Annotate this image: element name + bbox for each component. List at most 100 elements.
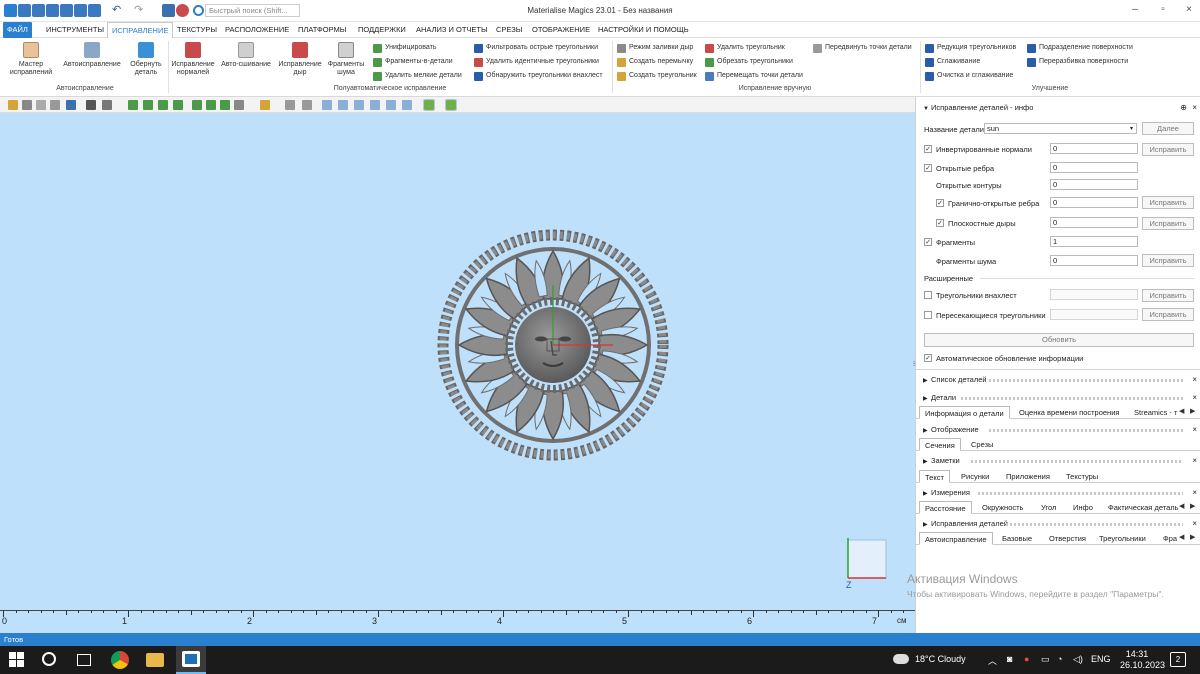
- tab-build-time[interactable]: Оценка времени построения: [1014, 406, 1124, 419]
- close-icon[interactable]: ×: [1192, 487, 1197, 499]
- panel-header[interactable]: ▼ Исправление деталей - инфо ⊕ ×: [916, 102, 1200, 114]
- wire-icon[interactable]: [322, 100, 332, 110]
- wrap-part-button[interactable]: Обернуть деталь: [122, 42, 170, 77]
- pin-icon[interactable]: ⊕: [1180, 102, 1187, 114]
- menu-fix[interactable]: ИСПРАВЛЕНИЕ: [107, 22, 174, 38]
- auto-update-row[interactable]: ✓ Автоматическое обновление информации: [924, 354, 1083, 363]
- menu-position[interactable]: РАСПОЛОЖЕНИЕ: [221, 22, 293, 38]
- minimize-button[interactable]: –: [1128, 3, 1142, 17]
- network-icon[interactable]: ▭: [1041, 654, 1050, 665]
- checkbox[interactable]: [924, 291, 932, 300]
- section-part-fixing[interactable]: ▶ Исправления деталей ×: [916, 518, 1200, 530]
- shells-row[interactable]: ✓ Фрагменты: [924, 238, 975, 247]
- unify-button[interactable]: Унифицировать: [373, 42, 437, 54]
- file-explorer-icon[interactable]: [146, 653, 164, 667]
- tab-next-icon[interactable]: ▶: [1190, 502, 1196, 510]
- menu-analysis[interactable]: АНАЛИЗ И ОТЧЕТЫ: [412, 22, 492, 38]
- weather-icon[interactable]: [893, 654, 909, 664]
- move-part-points-button[interactable]: Перемещать точки детали: [705, 70, 803, 82]
- rotate-icon[interactable]: [50, 100, 60, 110]
- mark-plane-icon[interactable]: [192, 100, 202, 110]
- detect-overlapping-button[interactable]: Обнаружить треугольники внахлест: [474, 70, 603, 82]
- close-icon[interactable]: ×: [1192, 102, 1197, 114]
- tab-images[interactable]: Рисунки: [956, 470, 994, 483]
- close-icon[interactable]: ×: [1192, 374, 1197, 386]
- magics-taskbar-button[interactable]: [176, 646, 206, 674]
- zoom-icon[interactable]: [8, 100, 18, 110]
- checkbox[interactable]: ✓: [924, 145, 932, 154]
- task-view-icon[interactable]: [77, 654, 91, 666]
- tab-textures[interactable]: Текстуры: [1061, 470, 1103, 483]
- autofix-button[interactable]: Автоисправление: [60, 42, 124, 69]
- shade-icon[interactable]: [338, 100, 348, 110]
- smoothing-button[interactable]: Сглаживание: [925, 56, 980, 68]
- close-button[interactable]: ×: [1182, 3, 1196, 17]
- 3d-viewport[interactable]: Z: [0, 113, 915, 633]
- fix-normals-button[interactable]: Исправить: [1142, 143, 1194, 156]
- tab-circle[interactable]: Окружность: [977, 501, 1028, 514]
- create-bridge-button[interactable]: Создать перемычку: [617, 56, 693, 68]
- remesh-button[interactable]: Переразбивка поверхности: [1027, 56, 1128, 68]
- section-part-list[interactable]: ▶ Список деталей ×: [916, 374, 1200, 386]
- normal-fix-button[interactable]: Исправление нормалей: [169, 42, 217, 77]
- open-edges-row[interactable]: ✓ Открытые ребра: [924, 164, 994, 173]
- fix-noise-button[interactable]: Исправить: [1142, 254, 1194, 267]
- collapse-icon[interactable]: ▼: [923, 103, 931, 115]
- tab-attachments[interactable]: Приложения: [1001, 470, 1055, 483]
- weather-text[interactable]: 18°C Cloudy: [915, 654, 966, 664]
- checkbox[interactable]: ✓: [936, 219, 944, 228]
- chrome-icon[interactable]: [111, 651, 129, 669]
- tab-info[interactable]: Инфо: [1068, 501, 1098, 514]
- delete-triangle-button[interactable]: Удалить треугольник: [705, 42, 785, 54]
- sun-model[interactable]: Z: [0, 113, 915, 633]
- menu-tools[interactable]: ИНСТРУМЕНТЫ: [42, 22, 108, 38]
- close-icon[interactable]: ×: [1192, 518, 1197, 530]
- close-icon[interactable]: ×: [1192, 392, 1197, 404]
- select-icon[interactable]: [128, 100, 138, 110]
- tab-prev-icon[interactable]: ◀: [1179, 502, 1185, 510]
- normals-view-icon[interactable]: [386, 100, 396, 110]
- hole-fix-button[interactable]: Исправление дыр: [276, 42, 324, 77]
- select-shell-icon[interactable]: [173, 100, 183, 110]
- auto-stitch-button[interactable]: Авто-сшивание: [217, 42, 275, 69]
- delete-small-parts-button[interactable]: Удалить мелкие детали: [373, 70, 462, 82]
- fix-bad-edges-button[interactable]: Исправить: [1142, 196, 1194, 209]
- color-mode-icon[interactable]: [445, 99, 457, 111]
- section-icon[interactable]: [302, 100, 312, 110]
- tab-triangles[interactable]: Треугольники: [1094, 532, 1151, 545]
- camera-icon[interactable]: ◙: [1007, 654, 1012, 664]
- menu-platforms[interactable]: ПЛАТФОРМЫ: [294, 22, 350, 38]
- view-cube-icon[interactable]: [66, 100, 76, 110]
- perspective-icon[interactable]: [86, 100, 96, 110]
- hole-fill-mode-button[interactable]: Режим заливки дыр: [617, 42, 693, 54]
- tab-angle[interactable]: Угол: [1036, 501, 1061, 514]
- search-taskbar-icon[interactable]: [42, 652, 56, 666]
- clean-smooth-button[interactable]: Очистка и сглаживание: [925, 70, 1013, 82]
- section-display[interactable]: ▶ Отображение ×: [916, 424, 1200, 436]
- checkbox[interactable]: ✓: [936, 199, 944, 208]
- menu-slices[interactable]: СРЕЗЫ: [492, 22, 526, 38]
- menu-supports[interactable]: ПОДДЕРЖКИ: [354, 22, 410, 38]
- shells-to-parts-button[interactable]: Фрагменты-в-детали: [373, 56, 453, 68]
- edge-icon[interactable]: [354, 100, 364, 110]
- render-mode-icon[interactable]: [423, 99, 435, 111]
- measure-icon[interactable]: [285, 100, 295, 110]
- fix-overlapping-button[interactable]: Исправить: [1142, 289, 1194, 302]
- brush-icon[interactable]: [220, 100, 230, 110]
- tab-text[interactable]: Текст: [919, 470, 950, 483]
- mark-contour-icon[interactable]: [206, 100, 216, 110]
- section-notes[interactable]: ▶ Заметки ×: [916, 455, 1200, 467]
- chevron-up-icon[interactable]: ︿: [988, 654, 997, 667]
- clock[interactable]: 14:31 26.10.2023: [1120, 649, 1165, 671]
- update-button[interactable]: Обновить: [924, 333, 1194, 347]
- language-indicator[interactable]: ENG: [1091, 654, 1111, 664]
- notifications-icon[interactable]: 2: [1170, 652, 1186, 667]
- menu-file[interactable]: ФАЙЛ: [3, 22, 32, 38]
- section-parts[interactable]: ▶ Детали ×: [916, 392, 1200, 404]
- close-icon[interactable]: ×: [1192, 424, 1197, 436]
- inverted-normals-row[interactable]: ✓ Инвертированные нормали: [924, 145, 1032, 154]
- wifi-icon[interactable]: ◔: [1057, 654, 1062, 664]
- part-name-select[interactable]: sun ▾: [984, 123, 1137, 134]
- trim-triangles-button[interactable]: Обрезать треугольники: [705, 56, 793, 68]
- subdivide-button[interactable]: Подразделение поверхности: [1027, 42, 1133, 54]
